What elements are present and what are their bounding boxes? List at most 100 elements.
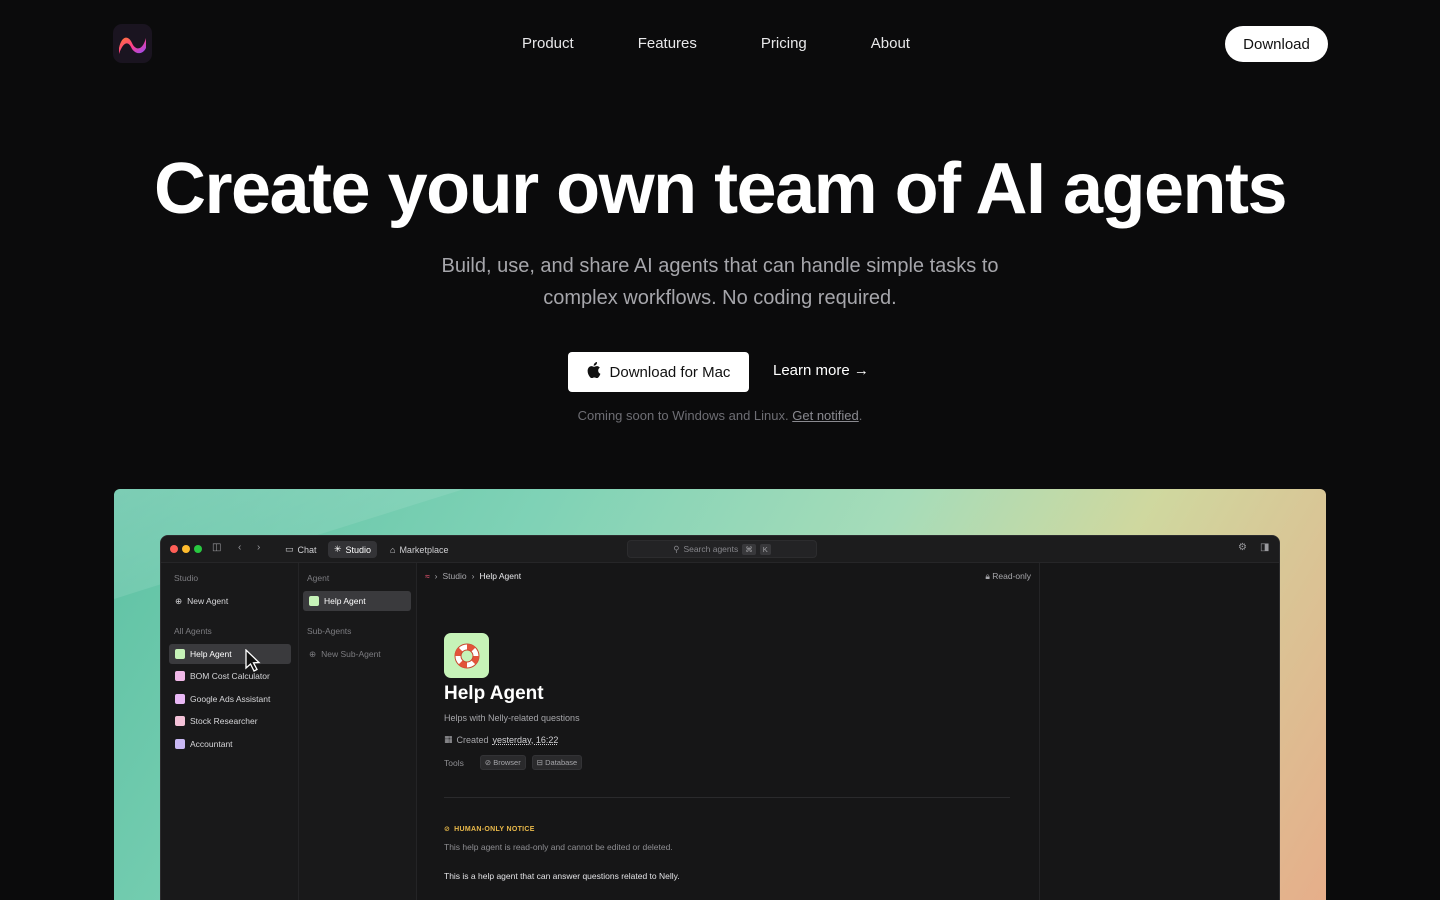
learn-more-link[interactable]: Learn more →: [773, 362, 869, 379]
search-input[interactable]: ⚲ Search agents ⌘ K: [627, 540, 817, 558]
nav-link-pricing[interactable]: Pricing: [729, 33, 839, 55]
all-agents-label: All Agents: [174, 626, 212, 636]
plus-circle-icon: ⊕: [175, 595, 183, 606]
agent-detail: ≈ › Studio › Help Agent 🔒︎ Read-only Hel…: [417, 563, 1039, 900]
download-for-mac-button[interactable]: Download for Mac: [568, 352, 749, 392]
download-for-mac-label: Download for Mac: [609, 363, 731, 381]
back-icon[interactable]: ‹: [238, 542, 241, 553]
chart-icon: [175, 716, 185, 726]
hero-subtitle-line-1: Build, use, and share AI agents that can…: [441, 255, 999, 277]
tab-chat-label: Chat: [297, 544, 317, 555]
sidebar-item-help-agent[interactable]: Help Agent: [169, 644, 291, 664]
coming-soon-note: Coming soon to Windows and Linux. Get no…: [0, 408, 1440, 423]
apple-icon: [587, 362, 601, 382]
agent-col-item-label: Help Agent: [324, 596, 366, 606]
app-logo-icon: ≈: [425, 571, 430, 581]
sidebar-item-label: Stock Researcher: [190, 716, 258, 726]
tools-label: Tools: [444, 757, 464, 768]
new-subagent-button[interactable]: ⊕ New Sub-Agent: [303, 644, 411, 664]
agent-instructions: This is a help agent that can answer que…: [444, 871, 680, 881]
agent-column: Agent Help Agent Sub-Agents ⊕ New Sub-Ag…: [299, 563, 417, 900]
human-only-notice-heading: ⊘ HUMAN-ONLY NOTICE: [444, 825, 535, 834]
help-agent-icon: [175, 649, 185, 659]
kbd-cmd: ⌘: [742, 543, 756, 555]
new-agent-button[interactable]: ⊕ New Agent: [169, 591, 291, 611]
top-nav: Product Features Pricing About Download: [0, 0, 1440, 88]
sidebar-toggle-icon[interactable]: ◫: [212, 542, 221, 553]
app-window: ◫ ‹ › ▭ Chat ✳ Studio ⌂ Marketplace ⚲ Searc…: [160, 535, 1280, 900]
logo-icon[interactable]: [113, 24, 152, 63]
agent-tools: Tools ⊘ Browser ⊟ Database: [444, 755, 583, 770]
agent-col-help-agent[interactable]: Help Agent: [303, 591, 411, 611]
help-agent-icon: [309, 596, 319, 606]
ads-icon: [175, 694, 185, 704]
calculator-icon: [175, 671, 185, 681]
lock-icon: 🔒︎: [985, 571, 990, 581]
breadcrumb-studio[interactable]: Studio: [443, 571, 467, 581]
mouse-cursor-icon: [245, 648, 261, 678]
nav-link-product[interactable]: Product: [490, 33, 606, 55]
nav-download-button[interactable]: Download: [1225, 26, 1328, 62]
studio-label: Studio: [174, 573, 199, 583]
search-icon: ⚲: [673, 543, 680, 554]
sidebar-item-label: Help Agent: [190, 649, 232, 659]
sidebar-item-accountant[interactable]: Accountant: [169, 734, 291, 754]
agent-title: Help Agent: [444, 683, 544, 704]
tool-database-label: Database: [545, 758, 578, 767]
calendar-icon: ▦: [444, 734, 453, 744]
panel-toggle-icon[interactable]: ◨: [1260, 542, 1269, 553]
tab-marketplace-label: Marketplace: [399, 544, 449, 555]
nav-link-about[interactable]: About: [839, 33, 942, 55]
tool-chip-database: ⊟ Database: [531, 755, 583, 770]
sidebar-item-label: Accountant: [190, 739, 233, 749]
nav-links: Product Features Pricing About: [490, 33, 942, 55]
new-agent-label: New Agent: [187, 596, 229, 606]
eye-off-icon: ⊘: [444, 826, 451, 833]
sidebar-item-google-ads-assistant[interactable]: Google Ads Assistant: [169, 689, 291, 709]
app-titlebar: ◫ ‹ › ▭ Chat ✳ Studio ⌂ Marketplace ⚲ Searc…: [161, 536, 1279, 563]
notice-heading-label: HUMAN-ONLY NOTICE: [454, 825, 535, 833]
accountant-icon: [175, 739, 185, 749]
sidebar-item-label: Google Ads Assistant: [190, 694, 271, 704]
human-only-notice-body: This help agent is read-only and cannot …: [444, 842, 673, 852]
store-icon: ⌂: [390, 544, 396, 555]
hero-subtitle-line-2: complex workflows. No coding required.: [543, 287, 897, 309]
kbd-k: K: [759, 543, 771, 555]
agent-col-label: Agent: [307, 573, 330, 583]
tab-marketplace[interactable]: ⌂ Marketplace: [384, 541, 454, 558]
chevron-right-icon: ›: [434, 571, 438, 581]
plus-circle-icon: ⊕: [309, 648, 317, 659]
close-dot[interactable]: [170, 545, 178, 553]
tab-studio-label: Studio: [345, 544, 372, 555]
forward-icon[interactable]: ›: [257, 542, 260, 553]
chevron-right-icon: ›: [471, 571, 475, 581]
created-label: Created: [456, 734, 489, 745]
studio-icon: ✳: [334, 544, 342, 554]
sidebar-item-bom-cost-calculator[interactable]: BOM Cost Calculator: [169, 666, 291, 686]
nav-link-features[interactable]: Features: [606, 33, 729, 55]
tool-chip-browser: ⊘ Browser: [479, 755, 526, 770]
breadcrumb: ≈ › Studio › Help Agent: [425, 571, 521, 581]
sidebar-item-stock-researcher[interactable]: Stock Researcher: [169, 711, 291, 731]
agent-created: ▦ Created yesterday, 16:22: [444, 734, 558, 745]
tab-chat[interactable]: ▭ Chat: [279, 541, 323, 558]
breadcrumb-help-agent: Help Agent: [479, 571, 522, 581]
gear-icon[interactable]: ⚙: [1238, 542, 1247, 553]
product-screenshot: ◫ ‹ › ▭ Chat ✳ Studio ⌂ Marketplace ⚲ Searc…: [114, 489, 1326, 900]
created-value: yesterday, 16:22: [492, 734, 559, 745]
read-only-badge: 🔒︎ Read-only: [985, 571, 1031, 582]
minimize-dot[interactable]: [182, 545, 190, 553]
lifebuoy-icon: [444, 633, 489, 678]
get-notified-link[interactable]: Get notified: [792, 408, 859, 423]
maximize-dot[interactable]: [194, 545, 202, 553]
chat-icon: ▭: [285, 544, 294, 554]
coming-soon-text: Coming soon to Windows and Linux.: [577, 408, 789, 423]
studio-sidebar: Studio ⊕ New Agent All Agents Help Agent…: [161, 563, 299, 900]
agent-description: Helps with Nelly-related questions: [444, 713, 580, 723]
tab-studio[interactable]: ✳ Studio: [328, 541, 378, 558]
divider: [444, 797, 1010, 798]
subagents-label: Sub-Agents: [307, 626, 352, 636]
hero-title: Create your own team of AI agents: [153, 149, 1288, 229]
right-panel: [1039, 563, 1279, 900]
coming-soon-period: .: [858, 408, 863, 423]
